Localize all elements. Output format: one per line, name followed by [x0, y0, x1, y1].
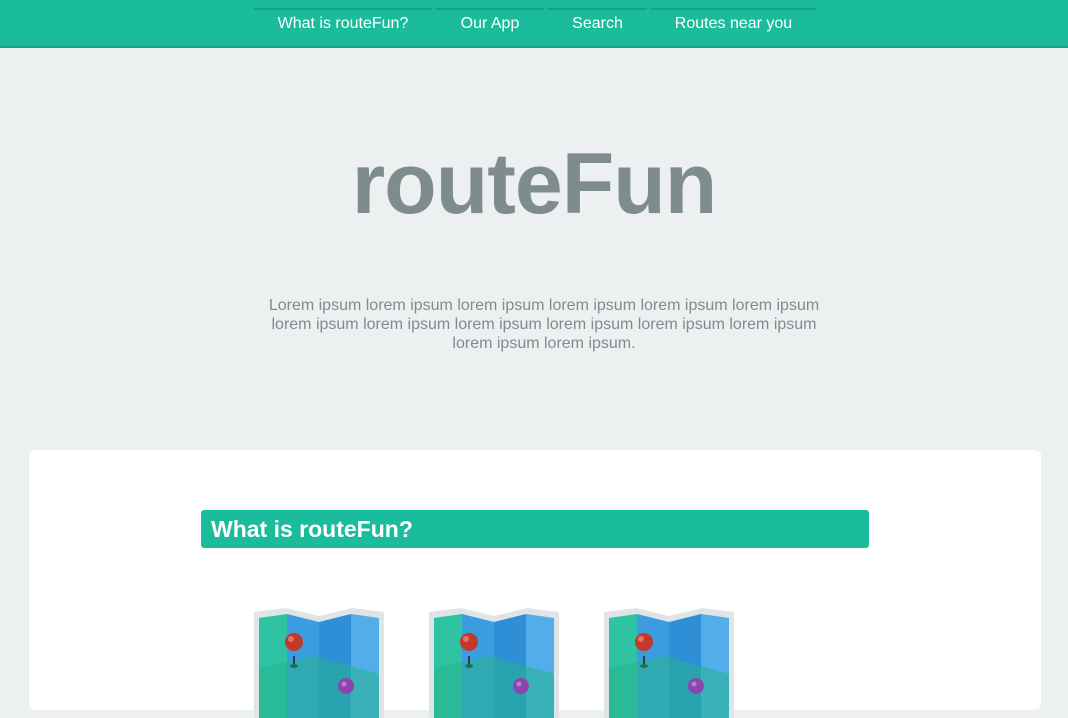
nav-list: What is routeFun? Our App Search Routes … — [254, 8, 816, 40]
nav-item-search[interactable]: Search — [548, 8, 647, 40]
content-card: What is routeFun? — [29, 450, 1041, 718]
map-icon — [254, 608, 384, 718]
nav-item-label: Routes near you — [674, 15, 793, 32]
nav-item-label: Search — [572, 15, 623, 32]
nav-item-label: What is routeFun? — [277, 15, 409, 32]
section-heading: What is routeFun? — [201, 510, 869, 548]
nav-item-our-app[interactable]: Our App — [436, 8, 544, 40]
hero-title: routeFun — [351, 136, 718, 232]
top-navbar: What is routeFun? Our App Search Routes … — [0, 0, 1068, 48]
map-icon — [429, 608, 559, 718]
nav-item-what-is-routefun[interactable]: What is routeFun? — [254, 8, 432, 40]
nav-item-routes-near-you[interactable]: Routes near you — [651, 8, 816, 40]
map-icon — [604, 608, 734, 718]
nav-item-label: Our App — [460, 15, 520, 32]
hero-description: Lorem ipsum lorem ipsum lorem ipsum lore… — [268, 297, 820, 352]
